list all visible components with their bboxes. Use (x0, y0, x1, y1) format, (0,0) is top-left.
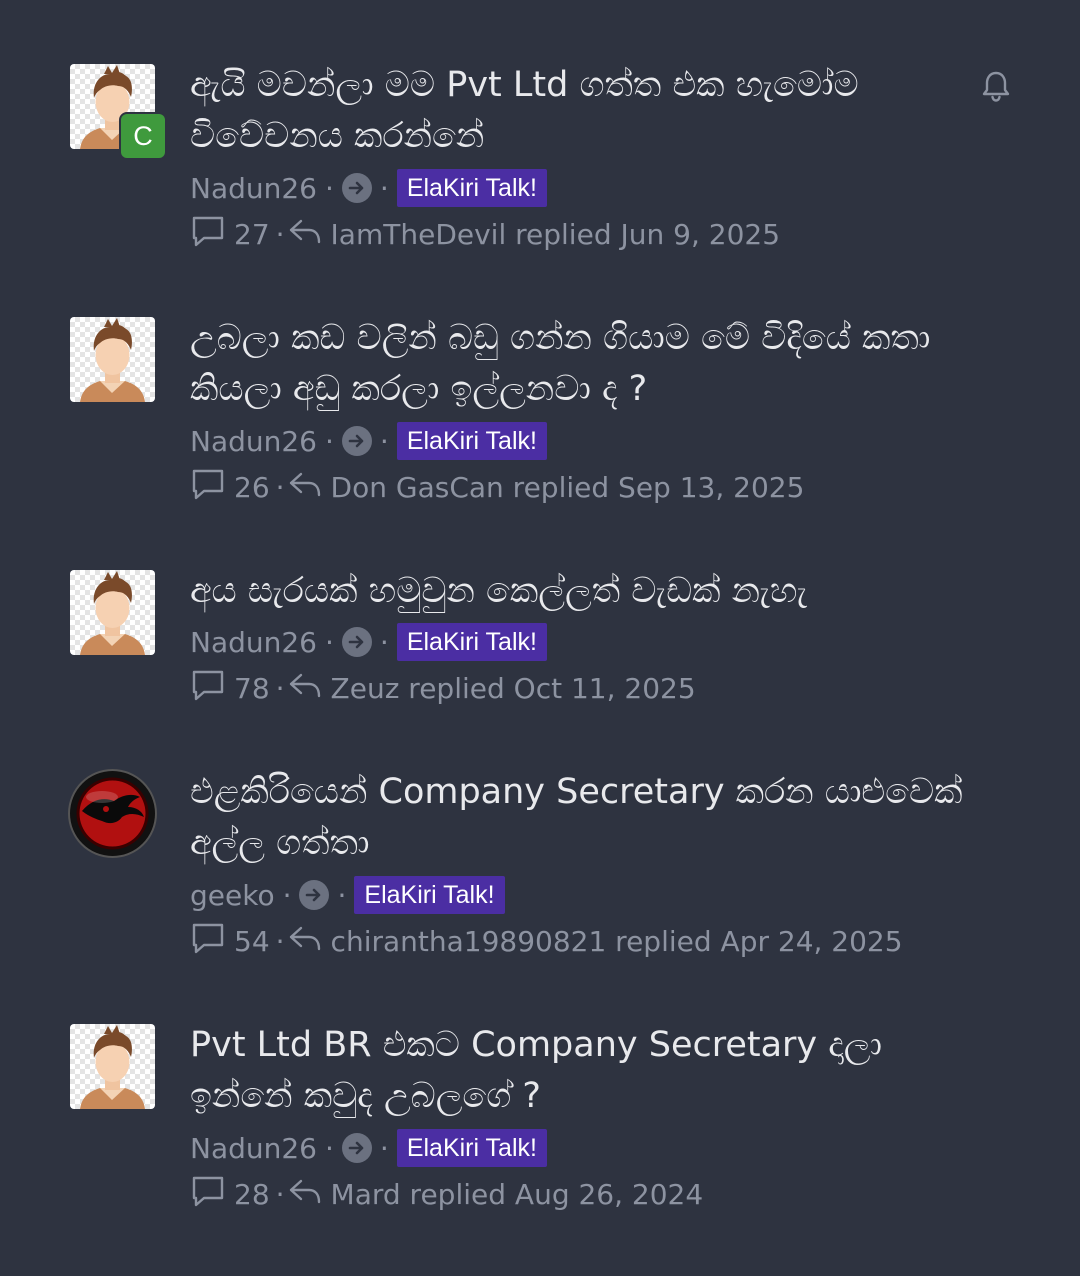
thread-stats: 27 · IamTheDevil replied Jun 9, 2025 (190, 214, 780, 254)
comment-icon (190, 1174, 226, 1215)
thread-meta: Nadun26 · · ElaKiri Talk! (190, 168, 547, 208)
separator-dot: · (275, 217, 285, 251)
separator-dot: · (337, 878, 347, 912)
reply-icon (287, 669, 323, 708)
separator-dot: · (275, 671, 285, 705)
last-reply[interactable]: Zeuz replied Oct 11, 2025 (331, 672, 696, 705)
comment-icon (190, 214, 226, 255)
arrow-right-circle-icon (341, 627, 372, 657)
separator-dot: · (379, 1131, 389, 1165)
forum-tag[interactable]: ElaKiri Talk! (396, 623, 547, 661)
thread-title[interactable]: උබලා කඩ වලින් බඩු ගන්න ගියාම මේ විදියේ ක… (190, 313, 970, 415)
thread-author[interactable]: Nadun26 (190, 626, 317, 659)
thread-stats: 28 · Mard replied Aug 26, 2024 (190, 1174, 703, 1214)
separator-dot: · (275, 924, 285, 958)
reply-icon (287, 922, 323, 961)
thread-title[interactable]: එළකිරියෙන් Company Secretary කරන යාළුවෙක… (190, 767, 1020, 869)
separator-dot: · (325, 1131, 334, 1165)
separator-dot: · (275, 470, 285, 504)
last-reply[interactable]: chirantha19890821 replied Apr 24, 2025 (331, 925, 903, 958)
forum-tag[interactable]: ElaKiri Talk! (396, 422, 547, 460)
thread-title[interactable]: Pvt Ltd BR එකට Company Secretary දාලා ඉන… (190, 1020, 970, 1122)
default-avatar-icon[interactable] (70, 1024, 155, 1109)
separator-dot: · (275, 1177, 285, 1211)
thread-author[interactable]: Nadun26 (190, 172, 317, 205)
reply-count: 78 (234, 671, 270, 705)
thread-list: C ඇයි මචන්ලා මම Pvt Ltd ගත්ත එක හැමෝම වි… (0, 0, 1080, 1276)
thread-author[interactable]: Nadun26 (190, 425, 317, 458)
separator-dot: · (379, 625, 389, 659)
comment-icon (190, 921, 226, 962)
separator-dot: · (325, 424, 334, 458)
arrow-right-circle-icon (299, 880, 330, 910)
separator-dot: · (379, 424, 389, 458)
reply-icon (287, 1175, 323, 1214)
separator-dot: · (325, 625, 334, 659)
thread-title[interactable]: අය සැරයක් හමුවුන කෙල්ලත් වැඩක් නැහැ (190, 566, 970, 617)
bell-icon[interactable] (980, 69, 1012, 103)
thread-title[interactable]: ඇයි මචන්ලා මම Pvt Ltd ගත්ත එක හැමෝම විවේ… (190, 60, 970, 162)
thread-author[interactable]: Nadun26 (190, 1132, 317, 1165)
comment-icon (190, 467, 226, 508)
thread-meta: Nadun26 · · ElaKiri Talk! (190, 1128, 547, 1168)
arrow-right-circle-icon (341, 1133, 372, 1163)
arrow-right-circle-icon (341, 173, 372, 203)
reply-count: 54 (234, 924, 270, 958)
last-reply[interactable]: Mard replied Aug 26, 2024 (331, 1178, 704, 1211)
thread-stats: 78 · Zeuz replied Oct 11, 2025 (190, 668, 696, 708)
reply-count: 28 (234, 1177, 270, 1211)
forum-tag[interactable]: ElaKiri Talk! (396, 169, 547, 207)
reply-icon (287, 215, 323, 254)
thread-stats: 26 · Don GasCan replied Sep 13, 2025 (190, 467, 804, 507)
forum-tag[interactable]: ElaKiri Talk! (396, 1129, 547, 1167)
thread-meta: Nadun26 · · ElaKiri Talk! (190, 622, 547, 662)
reply-count: 26 (234, 470, 270, 504)
reply-count: 27 (234, 217, 270, 251)
default-avatar-icon[interactable] (70, 317, 155, 402)
thread-stats: 54 · chirantha19890821 replied Apr 24, 2… (190, 921, 903, 961)
separator-dot: · (325, 171, 334, 205)
default-avatar-icon[interactable] (70, 570, 155, 655)
separator-dot: · (379, 171, 389, 205)
forum-tag[interactable]: ElaKiri Talk! (354, 876, 505, 914)
thread-author[interactable]: geeko (190, 879, 275, 912)
comment-icon (190, 668, 226, 709)
thread-meta: geeko · · ElaKiri Talk! (190, 875, 505, 915)
last-reply[interactable]: Don GasCan replied Sep 13, 2025 (331, 471, 805, 504)
reply-icon (287, 468, 323, 507)
separator-dot: · (282, 878, 292, 912)
last-reply[interactable]: IamTheDevil replied Jun 9, 2025 (331, 218, 780, 251)
avatar-badge: C (121, 114, 165, 158)
thread-meta: Nadun26 · · ElaKiri Talk! (190, 421, 547, 461)
thundercats-avatar-icon[interactable] (70, 771, 155, 856)
arrow-right-circle-icon (341, 426, 372, 456)
